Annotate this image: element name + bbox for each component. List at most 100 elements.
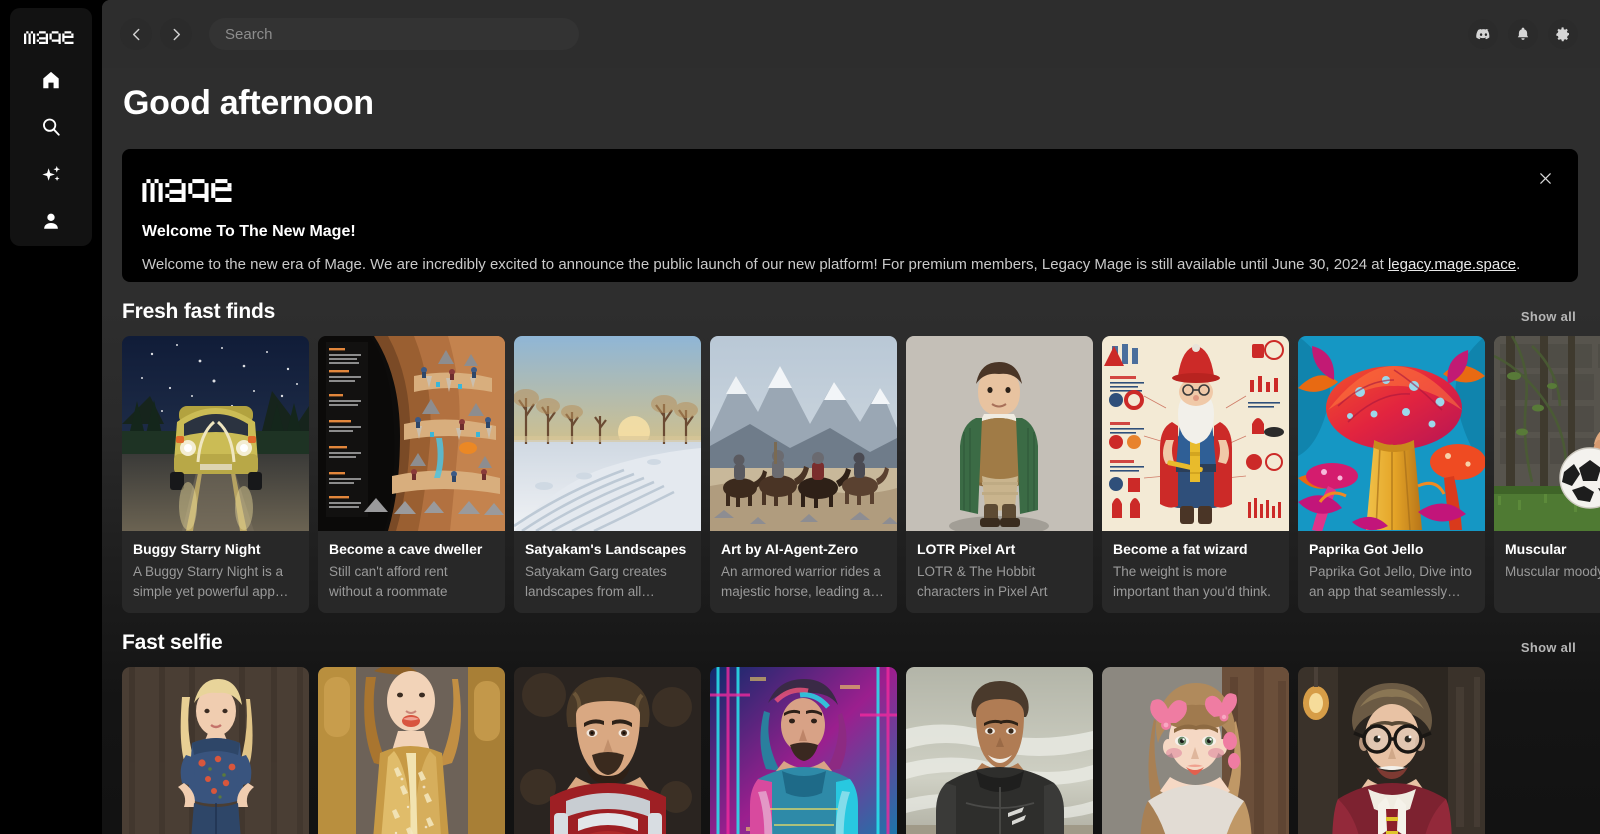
settings-button[interactable] — [1548, 19, 1578, 49]
chevron-left-icon — [132, 28, 139, 40]
card-body: Become a cave dweller Still can't afford… — [318, 531, 505, 613]
mushroom-psychedelic-art — [1298, 336, 1485, 531]
soccer-arm-art — [1494, 336, 1600, 531]
banner-close-button[interactable] — [1534, 167, 1556, 189]
show-all-link[interactable]: Show all — [1521, 309, 1576, 324]
card-description: Still can't afford rent without a roomma… — [329, 564, 448, 599]
card-thumbnail — [710, 667, 897, 834]
card-thumbnail — [906, 336, 1093, 531]
card-item[interactable] — [318, 667, 505, 834]
sidebar-item-profile[interactable] — [36, 208, 66, 234]
card-thumbnail — [318, 667, 505, 834]
card-description: LOTR & The Hobbit characters in Pixel Ar… — [917, 564, 1048, 599]
card-description: Muscular moody co… — [1505, 564, 1600, 579]
card-item[interactable] — [514, 667, 701, 834]
home-icon — [43, 71, 59, 89]
card-body: Paprika Got Jello Paprika Got Jello, Div… — [1298, 531, 1485, 613]
sparkles-icon — [41, 165, 60, 181]
card-thumbnail — [514, 667, 701, 834]
card-item[interactable]: Art by AI-Agent-Zero An armored warrior … — [710, 336, 897, 614]
card-body: Art by AI-Agent-Zero An armored warrior … — [710, 531, 897, 613]
card-body: Become a fat wizard The weight is more i… — [1102, 531, 1289, 613]
card-title: Paprika Got Jello — [1309, 541, 1424, 557]
card-item[interactable]: Paprika Got Jello Paprika Got Jello, Div… — [1298, 336, 1485, 614]
sidebar-item-home[interactable] — [36, 67, 66, 93]
close-icon — [1539, 172, 1551, 184]
main-panel: Good afternoon — [102, 0, 1600, 834]
neon-portrait-art — [710, 667, 897, 834]
banner-body: Welcome to the new era of Mage. We are i… — [142, 255, 1550, 275]
banner-logo — [142, 175, 1550, 207]
topbar — [102, 0, 1600, 68]
card-thumbnail — [710, 336, 897, 531]
card-thumbnail — [1494, 336, 1600, 531]
discord-button[interactable] — [1468, 19, 1498, 49]
mountain-riders-art — [710, 336, 897, 531]
section-fast-selfie: Fast selfie Show all — [122, 631, 1578, 834]
bell-icon — [1517, 27, 1529, 40]
page-title: Good afternoon — [123, 84, 374, 122]
card-row: Buggy Starry Night A Buggy Starry Night … — [122, 336, 1600, 614]
card-item[interactable] — [122, 667, 309, 834]
card-item[interactable] — [710, 667, 897, 834]
blonde-denim-art — [122, 667, 309, 834]
card-description: The weight is more important than you'd … — [1113, 564, 1271, 599]
legacy-mage-link[interactable]: legacy.mage.space — [1388, 256, 1516, 273]
discord-icon — [1475, 28, 1489, 39]
welcome-banner: Welcome To The New Mage! Welcome to the … — [122, 149, 1578, 282]
chevron-right-icon — [173, 28, 180, 40]
card-thumbnail — [122, 667, 309, 834]
section-fresh-fast-finds: Fresh fast finds Show all Buggy Starry N… — [122, 300, 1600, 614]
card-thumbnail — [906, 667, 1093, 834]
section-title: Fresh fast finds — [122, 300, 276, 323]
sidebar-logo[interactable] — [24, 27, 78, 45]
search-input[interactable] — [209, 18, 579, 50]
nav-forward-button[interactable] — [160, 18, 192, 50]
card-item[interactable]: LOTR Pixel Art LOTR & The Hobbit charact… — [906, 336, 1093, 614]
sidebar-item-search[interactable] — [36, 114, 66, 140]
banner-body-before: Welcome to the new era of Mage. We are i… — [142, 256, 1388, 273]
scroll-area[interactable]: Good afternoon — [102, 0, 1600, 834]
wetsuit-beach-art — [906, 667, 1093, 834]
card-description: An armored warrior rides a majestic hors… — [721, 564, 884, 599]
search-icon — [43, 118, 60, 136]
card-thumbnail — [1298, 336, 1485, 531]
card-thumbnail — [122, 336, 309, 531]
cave-cutaway-art — [318, 336, 505, 531]
card-description: Satyakam Garg creates landscapes from al… — [525, 564, 667, 599]
card-title: Buggy Starry Night — [133, 541, 261, 557]
sidebar-nav — [36, 67, 66, 234]
card-item[interactable] — [906, 667, 1093, 834]
card-item[interactable]: Become a cave dweller Still can't afford… — [318, 336, 505, 614]
card-item[interactable]: Satyakam's Landscapes Satyakam Garg crea… — [514, 336, 701, 614]
sidebar-item-create[interactable] — [36, 161, 66, 187]
card-body: Muscular Muscular moody co… — [1494, 531, 1600, 594]
card-body: LOTR Pixel Art LOTR & The Hobbit charact… — [906, 531, 1093, 613]
card-item[interactable] — [1298, 667, 1485, 834]
app-root: Good afternoon — [0, 0, 1600, 834]
person-icon — [44, 213, 58, 229]
snow-landscape-art — [514, 336, 701, 531]
card-title: Become a fat wizard — [1113, 541, 1248, 557]
search-container — [209, 18, 579, 50]
card-body: Satyakam's Landscapes Satyakam Garg crea… — [514, 531, 701, 613]
card-item[interactable]: Become a fat wizard The weight is more i… — [1102, 336, 1289, 614]
card-item[interactable]: Buggy Starry Night A Buggy Starry Night … — [122, 336, 309, 614]
card-item[interactable]: Muscular Muscular moody co… — [1494, 336, 1600, 614]
pink-bow-girl-art — [1102, 667, 1289, 834]
card-thumbnail — [514, 336, 701, 531]
nav-back-button[interactable] — [120, 18, 152, 50]
banner-body-after: . — [1516, 256, 1521, 273]
banner-title: Welcome To The New Mage! — [142, 223, 356, 240]
glasses-wizard-art — [1298, 667, 1485, 834]
card-thumbnail — [1102, 667, 1289, 834]
card-title: Satyakam's Landscapes — [525, 541, 687, 557]
card-thumbnail — [1102, 336, 1289, 531]
notifications-button[interactable] — [1508, 19, 1538, 49]
show-all-link[interactable]: Show all — [1521, 640, 1576, 655]
section-header: Fast selfie Show all — [122, 631, 1578, 655]
card-description: Paprika Got Jello, Dive into an app that… — [1309, 564, 1472, 599]
card-item[interactable] — [1102, 667, 1289, 834]
card-title: Become a cave dweller — [329, 541, 483, 557]
sidebar-panel — [10, 8, 92, 246]
